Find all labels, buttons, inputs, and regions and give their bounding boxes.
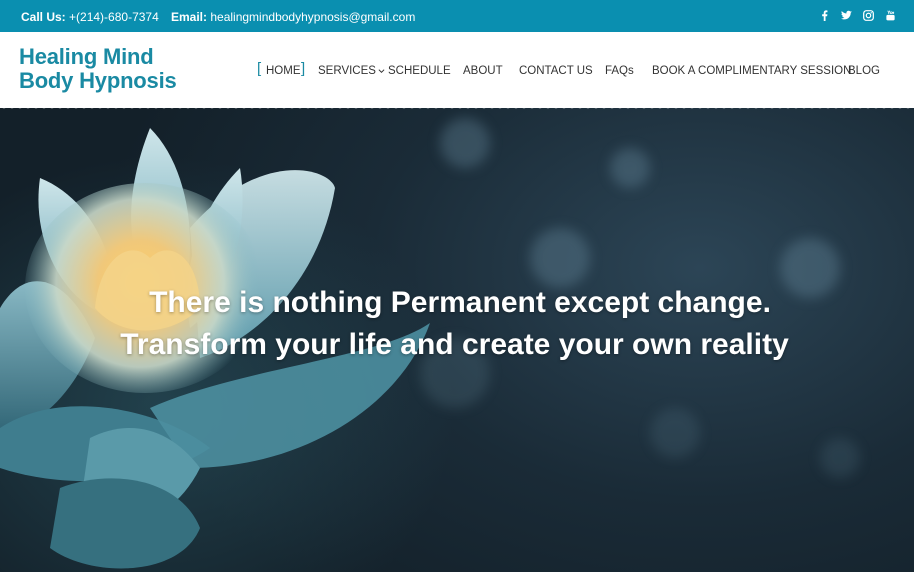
phone-value[interactable]: +(214)-680-7374	[69, 10, 159, 24]
nav-faqs[interactable]: FAQs	[605, 63, 634, 79]
nav-services[interactable]: SERVICES	[318, 63, 385, 79]
nav-home[interactable]: HOME	[266, 63, 301, 79]
main-nav: [ HOME ] SERVICES SCHEDULE ABOUT CONTACT…	[0, 60, 914, 79]
youtube-icon[interactable]	[884, 9, 896, 22]
scalloped-edge	[0, 108, 914, 112]
top-contact-bar: Call Us: +(214)-680-7374 Email: healingm…	[0, 0, 914, 32]
active-bracket-open: [	[257, 60, 262, 77]
email-value[interactable]: healingmindbodyhypnosis@gmail.com	[210, 10, 415, 24]
facebook-icon[interactable]	[818, 9, 830, 22]
active-bracket-close: ]	[301, 60, 306, 77]
chevron-down-icon	[378, 68, 385, 74]
social-links	[818, 9, 896, 22]
nav-about[interactable]: ABOUT	[463, 63, 503, 79]
email-label: Email:	[171, 10, 208, 24]
nav-schedule[interactable]: SCHEDULE	[388, 63, 451, 79]
nav-blog[interactable]: BLOG	[848, 63, 880, 79]
phone-label: Call Us:	[21, 10, 66, 24]
site-header: Healing Mind Body Hypnosis [ HOME ] SERV…	[0, 32, 914, 108]
nav-contact-us[interactable]: CONTACT US	[519, 63, 593, 79]
phone-contact[interactable]: Call Us: +(214)-680-7374	[21, 10, 159, 24]
email-contact[interactable]: Email: healingmindbodyhypnosis@gmail.com	[171, 10, 415, 24]
hero-line-2: Transform your life and create your own …	[120, 328, 789, 361]
nav-book-session[interactable]: BOOK A COMPLIMENTARY SESSION	[652, 63, 851, 79]
instagram-icon[interactable]	[862, 9, 874, 22]
nav-services-label: SERVICES	[318, 65, 376, 77]
twitter-icon[interactable]	[840, 9, 852, 22]
hero-banner: There is nothing Permanent except change…	[0, 108, 914, 572]
hero-line-1: There is nothing Permanent except change…	[149, 286, 771, 319]
hero-headline: There is nothing Permanent except change…	[0, 282, 914, 366]
